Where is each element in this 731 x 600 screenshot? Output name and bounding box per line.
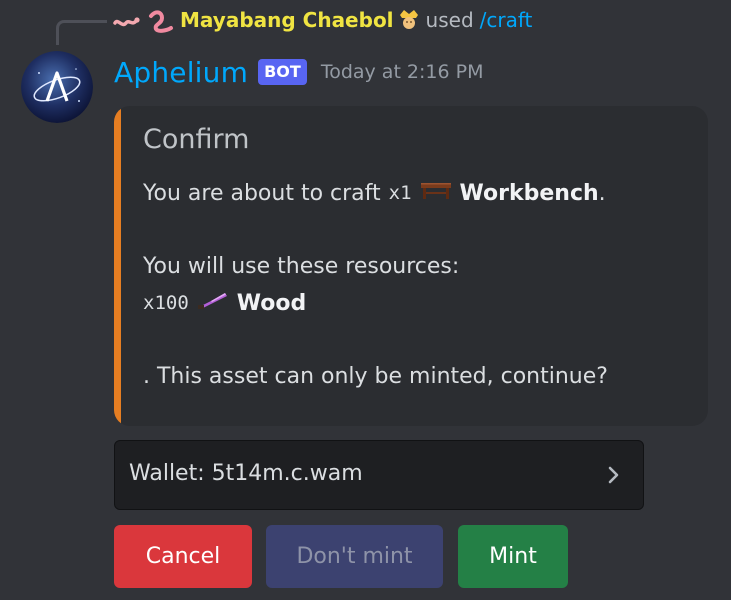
embed-title: Confirm — [143, 124, 250, 155]
chat-canvas: Mayabang Chaebol used /craft Aphelium BO… — [0, 0, 731, 600]
resource-item-name: Wood — [236, 290, 307, 316]
craft-line-suffix: . — [598, 180, 606, 206]
reply-reference[interactable]: Mayabang Chaebol used /craft — [112, 4, 532, 36]
worm-icon — [146, 6, 176, 34]
confirm-embed: Confirm You are about to craft x1 Workbe… — [114, 106, 708, 426]
message-header: Aphelium BOT Today at 2:16 PM — [114, 52, 484, 92]
chevron-right-icon — [607, 464, 621, 486]
crown-icon — [398, 6, 420, 35]
bot-tag-badge: BOT — [258, 59, 307, 85]
reply-username[interactable]: Mayabang Chaebol — [180, 8, 394, 32]
craft-line: You are about to craft x1 Workbench . — [143, 180, 606, 206]
reply-used-text: used — [425, 8, 474, 32]
reply-command[interactable]: /craft — [480, 8, 533, 32]
worm-icon — [112, 6, 142, 34]
workbench-icon — [420, 180, 452, 206]
craft-quantity: x1 — [388, 182, 412, 204]
cancel-button[interactable]: Cancel — [114, 525, 252, 588]
reply-spine — [56, 20, 107, 45]
embed-accent-bar — [114, 106, 121, 426]
bot-username[interactable]: Aphelium — [114, 56, 248, 89]
mint-warning: . This asset can only be minted, continu… — [143, 364, 608, 389]
bot-avatar[interactable] — [21, 51, 93, 123]
mint-button[interactable]: Mint — [458, 525, 568, 588]
resource-line: x100 Wood — [143, 290, 306, 316]
wood-icon — [197, 290, 229, 316]
resources-heading: You will use these resources: — [143, 254, 460, 279]
craft-item-name: Workbench — [459, 180, 599, 206]
craft-line-prefix: You are about to craft — [143, 180, 381, 206]
dont-mint-button[interactable]: Don't mint — [266, 525, 443, 588]
message-timestamp: Today at 2:16 PM — [320, 61, 484, 83]
wallet-select[interactable]: Wallet: 5t14m.c.wam — [114, 440, 644, 510]
resource-quantity: x100 — [143, 292, 189, 314]
wallet-select-value: Wallet: 5t14m.c.wam — [129, 461, 363, 486]
